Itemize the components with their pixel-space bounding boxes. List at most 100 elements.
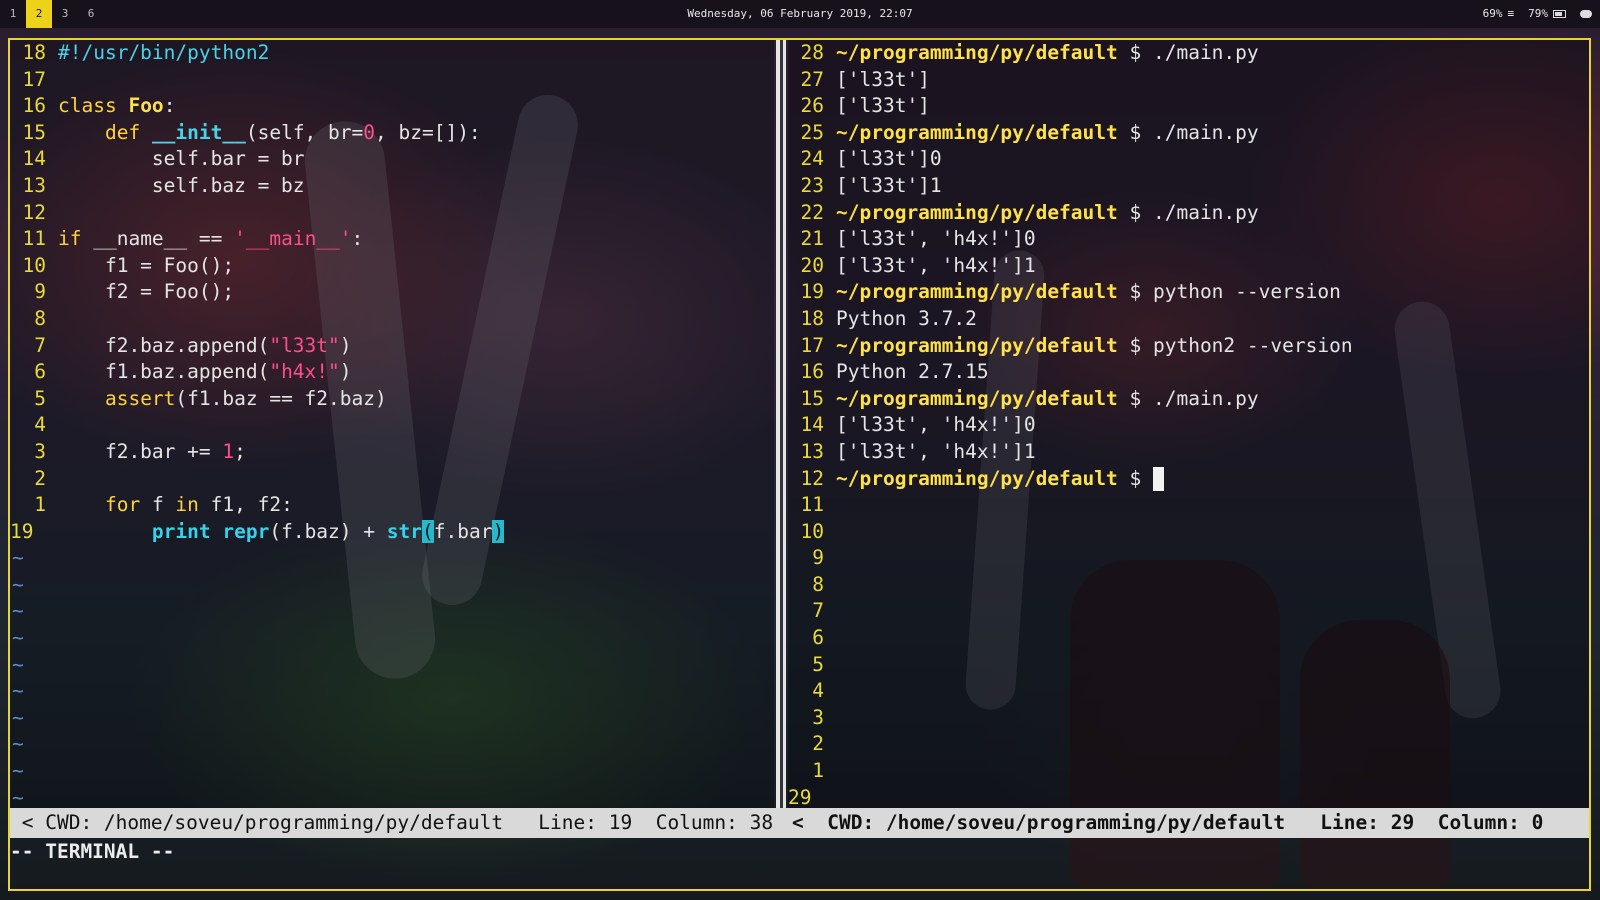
terminal-text: ['l33t', 'h4x!']1 <box>824 254 1036 277</box>
line-number: 1 <box>34 493 46 517</box>
vim-window[interactable]: 18 #!/usr/bin/python2 17 16 class Foo: 15 def… <box>8 38 1591 891</box>
terminal-text: ~/programming/py/default $ ./main.py <box>824 41 1259 64</box>
terminal-text: ['l33t', 'h4x!']0 <box>824 227 1036 250</box>
volume-value: 69% <box>1482 7 1503 20</box>
text-segment: ( <box>421 519 434 543</box>
text-segment: ['l33t', 'h4x!']1 <box>836 439 1036 463</box>
terminal-line: 19 ~/programming/py/default $ python --ve… <box>788 279 1589 306</box>
editor-text: f2.bar += 1; <box>46 440 246 463</box>
text-segment: $ ./main.py <box>1117 200 1259 224</box>
text-segment: f2 = Foo(); <box>58 280 235 304</box>
split-divider-gap <box>780 40 783 810</box>
text-segment: ~/programming/py/default <box>836 41 1118 64</box>
terminal-text: ['l33t'] <box>824 94 930 117</box>
terminal-text: ~/programming/py/default $ ./main.py <box>824 201 1259 224</box>
editor-text: print repr(f.baz) + str(f.bar) <box>46 519 505 543</box>
text-segment: __name__ == <box>93 227 235 251</box>
editor-text: self.bar = br <box>46 147 305 170</box>
editor-pane[interactable]: 18 #!/usr/bin/python2 17 16 class Foo: 15 def… <box>10 40 774 808</box>
text-segment: $ ./main.py <box>1117 386 1259 410</box>
text-segment <box>58 387 105 410</box>
text-segment: assert <box>104 386 176 410</box>
line-number: 8 <box>34 306 46 330</box>
editor-line: 19 print repr(f.baz) + str(f.bar) <box>10 519 774 546</box>
gamepad-tray-item[interactable] <box>1580 10 1592 18</box>
editor-line: 5 assert(f1.baz == f2.baz) <box>10 386 774 413</box>
terminal-text: ~/programming/py/default $ python --vers… <box>824 280 1341 303</box>
terminal-line: 8 <box>788 572 1589 599</box>
text-segment: self.bar = br <box>58 147 305 171</box>
terminal-text: ['l33t', 'h4x!']0 <box>824 413 1036 436</box>
empty-buffer-line: ~ <box>12 679 24 703</box>
text-segment: $ python --version <box>1117 280 1341 304</box>
terminal-line: 10 <box>788 519 1589 546</box>
editor-line: 16 class Foo: <box>10 93 774 120</box>
line-number: 28 <box>800 41 824 64</box>
terminal-line: 6 <box>788 625 1589 652</box>
line-number: 12 <box>800 466 824 490</box>
empty-buffer-line: ~ <box>12 785 24 808</box>
line-number: 19 <box>10 519 34 543</box>
terminal-line: 23 ['l33t']1 <box>788 173 1589 200</box>
line-number: 29 <box>788 785 812 808</box>
text-segment: : <box>351 227 364 251</box>
editor-line: 15 def __init__(self, br=0, bz=[]): <box>10 120 774 147</box>
line-number: 23 <box>800 173 824 197</box>
text-segment: ) <box>339 360 352 384</box>
text-segment: f1.baz.append( <box>58 360 270 384</box>
line-number: 13 <box>800 439 824 463</box>
line-number: 19 <box>800 280 824 304</box>
editor-line: 18 #!/usr/bin/python2 <box>10 40 774 67</box>
gamepad-icon <box>1580 10 1592 18</box>
terminal-line: 12 ~/programming/py/default $ <box>788 466 1589 493</box>
line-number: 7 <box>812 599 824 623</box>
line-number: 16 <box>800 360 824 384</box>
terminal-text: ~/programming/py/default $ <box>824 466 1164 491</box>
status-line-terminal: < CWD: /home/soveu/programming/py/defaul… <box>792 811 1544 834</box>
line-number: 18 <box>22 41 46 64</box>
line-number: 4 <box>812 679 824 703</box>
line-number: 2 <box>34 466 46 490</box>
text-segment: ['l33t', 'h4x!']0 <box>836 413 1036 437</box>
terminal-line: 2 <box>788 731 1589 758</box>
editor-line: 7 f2.baz.append("l33t") <box>10 333 774 360</box>
terminal-line: 13 ['l33t', 'h4x!']1 <box>788 439 1589 466</box>
volume-icon: ≡ <box>1507 7 1515 20</box>
editor-text: assert(f1.baz == f2.baz) <box>46 387 387 410</box>
text-segment: $ <box>1117 466 1153 490</box>
editor-text: f1.baz.append("h4x!") <box>46 360 352 383</box>
text-segment: (f1.baz == f2.baz) <box>175 386 387 410</box>
clock: Wednesday, 06 February 2019, 22:07 <box>687 7 913 20</box>
text-segment: : <box>163 94 176 118</box>
text-segment <box>58 520 152 543</box>
line-number: 18 <box>800 306 824 330</box>
terminal-line: 28 ~/programming/py/default $ ./main.py <box>788 40 1589 67</box>
text-segment: ~/programming/py/default <box>836 280 1118 304</box>
editor-line: 10 f1 = Foo(); <box>10 253 774 280</box>
line-number: 17 <box>800 333 824 357</box>
line-number: 10 <box>22 253 46 277</box>
terminal-pane[interactable]: 28 ~/programming/py/default $ ./main.py 27… <box>788 40 1589 808</box>
text-segment: ['l33t', 'h4x!']1 <box>836 253 1036 277</box>
text-segment: for <box>104 493 152 517</box>
battery-indicator[interactable]: 79% <box>1528 0 1566 28</box>
line-number: 20 <box>800 253 824 277</box>
line-number: 25 <box>800 120 824 144</box>
line-number: 27 <box>800 67 824 91</box>
text-segment: Python 2.7.15 <box>836 360 989 384</box>
editor-line: 9 f2 = Foo(); <box>10 279 774 306</box>
text-segment: class <box>58 94 129 118</box>
editor-line: 3 f2.bar += 1; <box>10 439 774 466</box>
volume-indicator[interactable]: 69% ≡ <box>1483 0 1515 28</box>
editor-text: if __name__ == '__main__': <box>46 227 363 250</box>
editor-text: #!/usr/bin/python2 <box>46 41 269 64</box>
editor-text <box>46 201 58 224</box>
terminal-line: 5 <box>788 652 1589 679</box>
text-segment: 1 <box>222 439 235 463</box>
text-segment: __init__ <box>151 120 246 144</box>
